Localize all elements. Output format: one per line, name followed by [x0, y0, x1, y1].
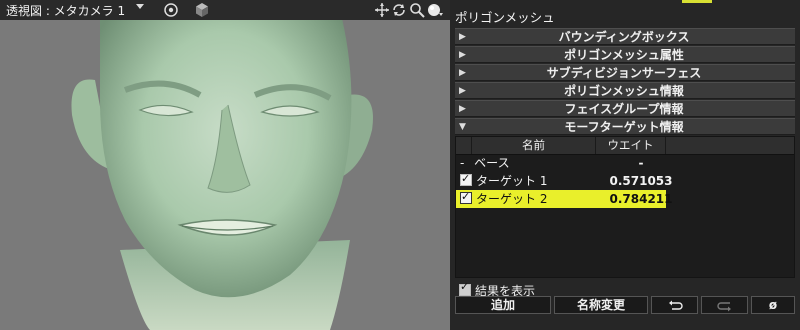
- perspective-viewport[interactable]: 透視図 : メタカメラ 1: [0, 0, 450, 330]
- morph-row-target-2[interactable]: ターゲット 2 0.784211: [456, 188, 673, 208]
- section-label: ポリゴンメッシュ属性: [564, 48, 684, 62]
- viewport-camera-title[interactable]: 透視図 : メタカメラ 1: [6, 2, 125, 19]
- section-mesh-attributes[interactable]: ▶ ポリゴンメッシュ属性: [455, 46, 795, 63]
- morph-enable-checkbox[interactable]: [460, 170, 472, 188]
- delete-button[interactable]: ø: [751, 296, 795, 314]
- section-bounding-box[interactable]: ▶ バウンディングボックス: [455, 28, 795, 45]
- morph-name: ターゲット 1: [476, 174, 548, 188]
- rotate-icon[interactable]: [391, 2, 407, 18]
- morph-list-header: 名前 ウエイト: [456, 137, 794, 155]
- collapse-triangle-icon: ▼: [459, 121, 466, 132]
- viewport-toolbar: 透視図 : メタカメラ 1: [0, 0, 450, 20]
- header-name[interactable]: 名前: [472, 137, 596, 154]
- panel-title: ポリゴンメッシュ: [455, 10, 555, 25]
- camera-dropdown-icon[interactable]: [136, 4, 144, 9]
- target-icon[interactable]: [163, 2, 179, 18]
- expand-triangle-icon: ▶: [459, 67, 466, 78]
- morph-name: ターゲット 2: [476, 192, 548, 206]
- accent-bar: [682, 0, 712, 3]
- section-label: バウンディングボックス: [558, 30, 690, 44]
- section-label: サブディビジョンサーフェス: [546, 66, 702, 80]
- section-subdivision-surface[interactable]: ▶ サブディビジョンサーフェス: [455, 64, 795, 81]
- zoom-icon[interactable]: [409, 2, 425, 18]
- section-morph-target-info[interactable]: ▼ モーフターゲット情報: [455, 118, 795, 135]
- section-label: ポリゴンメッシュ情報: [564, 84, 684, 98]
- section-mesh-info[interactable]: ▶ ポリゴンメッシュ情報: [455, 82, 795, 99]
- move-up-button[interactable]: [651, 296, 698, 314]
- header-check-column: [456, 137, 472, 154]
- header-weight[interactable]: ウエイト: [596, 137, 666, 154]
- morph-row-target-1[interactable]: ターゲット 1 0.571053: [456, 170, 794, 190]
- expand-triangle-icon: ▶: [459, 31, 466, 42]
- morph-weight: -: [638, 156, 644, 170]
- expand-triangle-icon: ▶: [459, 85, 466, 96]
- header-blank: [666, 137, 794, 154]
- move-icon[interactable]: [374, 2, 390, 18]
- display-mode-icon[interactable]: [427, 2, 443, 18]
- morph-enable-checkbox[interactable]: [460, 188, 472, 206]
- section-label: フェイスグループ情報: [564, 102, 684, 116]
- expand-triangle-icon: ▶: [459, 49, 466, 60]
- morph-target-list: 名前 ウエイト - ベース - ターゲット 1 0.571053 ターゲット 2…: [455, 136, 795, 278]
- section-label: モーフターゲット情報: [564, 120, 684, 134]
- morph-weight[interactable]: 0.784211: [596, 190, 686, 208]
- morph-weight[interactable]: 0.571053: [596, 172, 686, 190]
- show-results-checkbox[interactable]: [459, 280, 471, 296]
- section-face-group-info[interactable]: ▶ フェイスグループ情報: [455, 100, 795, 117]
- move-up-icon: [668, 300, 683, 310]
- expand-triangle-icon: ▶: [459, 103, 466, 114]
- properties-panel: ポリゴンメッシュ ▶ バウンディングボックス ▶ ポリゴンメッシュ属性 ▶ サブ…: [450, 0, 800, 330]
- move-down-button[interactable]: [701, 296, 748, 314]
- head-model[interactable]: [0, 20, 450, 330]
- morph-row-base[interactable]: - ベース -: [456, 154, 794, 172]
- base-dash: -: [460, 156, 465, 170]
- cube-icon[interactable]: [194, 2, 210, 18]
- rename-button[interactable]: 名称変更: [554, 296, 648, 314]
- move-down-icon: [716, 302, 731, 312]
- add-button[interactable]: 追加: [455, 296, 551, 314]
